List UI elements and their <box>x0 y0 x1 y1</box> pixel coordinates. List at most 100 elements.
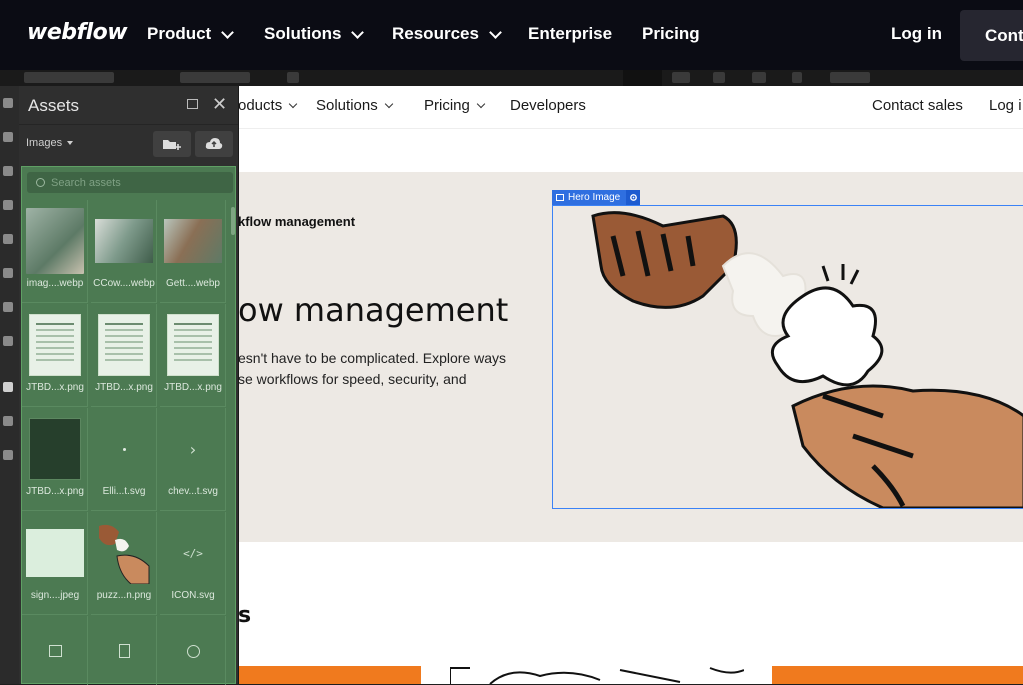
users-icon[interactable] <box>3 302 13 312</box>
asset-name: JTBD...x.png <box>26 486 84 497</box>
nav-enterprise-label: Enterprise <box>528 24 613 43</box>
webflow-logo[interactable]: webflow <box>27 20 128 45</box>
asset-thumbnail <box>95 416 153 482</box>
logic-icon[interactable] <box>3 336 13 346</box>
site-nav-pricing[interactable]: Pricing <box>424 97 486 114</box>
image-icon <box>48 645 62 657</box>
asset-type-filter[interactable]: Images <box>26 137 74 149</box>
photo-thumbnail <box>95 219 153 263</box>
asset-item[interactable] <box>91 616 157 685</box>
asset-thumbnail <box>26 520 84 586</box>
toolbar-item[interactable] <box>792 72 802 83</box>
asset-item[interactable]: CCow....webp <box>91 200 157 303</box>
settings-icon[interactable] <box>3 416 13 426</box>
site-nav-products[interactable]: oducts <box>238 97 298 114</box>
feature-card-orange[interactable] <box>238 666 421 684</box>
nav-pricing[interactable]: Pricing <box>642 24 700 44</box>
toolbar-item[interactable] <box>713 72 725 83</box>
assets-panel: Assets ✕ Images Search assets imag....we… <box>19 86 239 685</box>
photo-thumbnail <box>26 208 84 274</box>
image-thumbnail <box>26 529 84 577</box>
hero-image[interactable] <box>552 205 1023 509</box>
features-section[interactable] <box>238 542 1023 684</box>
asset-item[interactable]: JTBD...x.png <box>91 304 157 407</box>
asset-item[interactable]: imag....webp <box>22 200 88 303</box>
hero-description[interactable]: esn't have to be complicated. Explore wa… <box>238 348 538 390</box>
hero-eyebrow[interactable]: kflow management <box>238 214 355 229</box>
toolbar-item[interactable] <box>830 72 870 83</box>
toolbar-item[interactable] <box>672 72 690 83</box>
chevron-down-icon <box>288 99 298 108</box>
components-icon[interactable] <box>3 200 13 210</box>
scrollbar[interactable] <box>231 207 235 235</box>
site-nav-products-label: oducts <box>238 97 283 114</box>
asset-item[interactable]: JTBD...x.png <box>160 304 226 407</box>
selected-element-label: Hero Image <box>568 192 621 203</box>
document-thumbnail <box>98 314 150 376</box>
apps-icon[interactable] <box>3 450 13 460</box>
contact-button[interactable]: Cont <box>960 10 1023 61</box>
asset-thumbnail <box>26 312 84 378</box>
asset-item[interactable]: › chev...t.svg <box>160 408 226 511</box>
asset-item[interactable]: JTBD...x.png <box>22 408 88 511</box>
asset-item[interactable]: Elli...t.svg <box>91 408 157 511</box>
puzzle-thumbnail <box>99 524 150 584</box>
asset-item[interactable]: </> ICON.svg <box>160 512 226 615</box>
info-icon <box>186 644 200 658</box>
ecommerce-icon[interactable] <box>3 268 13 278</box>
toolbar-active-breakpoint[interactable] <box>623 70 662 86</box>
search-icon <box>36 178 45 187</box>
asset-thumbnail <box>95 636 153 666</box>
site-nav-contact-sales[interactable]: Contact sales <box>872 97 963 114</box>
site-navbar: oducts Solutions Pricing Developers Cont… <box>238 86 1023 129</box>
pages-icon[interactable] <box>3 132 13 142</box>
toolbar-item[interactable] <box>180 72 250 83</box>
cloud-upload-icon <box>205 138 223 149</box>
close-icon[interactable]: ✕ <box>212 94 227 115</box>
cms-icon[interactable] <box>3 234 13 244</box>
site-nav-login[interactable]: Log i <box>989 97 1022 114</box>
toolbar-item[interactable] <box>24 72 114 83</box>
asset-item[interactable] <box>160 616 226 685</box>
asset-thumbnail <box>26 208 84 274</box>
chevron-down-icon <box>221 25 235 39</box>
selected-element-tag[interactable]: Hero Image <box>552 190 641 205</box>
login-link[interactable]: Log in <box>891 24 942 44</box>
search-input[interactable]: Search assets <box>27 172 233 193</box>
asset-thumbnail <box>26 636 84 666</box>
assets-icon[interactable] <box>3 382 13 392</box>
site-nav-developers[interactable]: Developers <box>510 97 586 114</box>
asset-thumbnail <box>95 208 153 274</box>
hero-headline[interactable]: ow management <box>238 291 508 329</box>
asset-thumbnail <box>164 312 222 378</box>
asset-thumbnail <box>95 520 153 586</box>
toolbar-item[interactable] <box>752 72 766 83</box>
nav-product[interactable]: Product <box>147 24 235 44</box>
asset-item[interactable]: JTBD...x.png <box>22 304 88 407</box>
asset-item[interactable]: Gett....webp <box>160 200 226 303</box>
nav-enterprise[interactable]: Enterprise <box>528 24 612 44</box>
add-panel-icon[interactable] <box>3 98 13 108</box>
toolbar-item[interactable] <box>287 72 299 83</box>
asset-item[interactable]: sign....jpeg <box>22 512 88 615</box>
section-heading[interactable]: s <box>238 603 251 628</box>
asset-item[interactable]: puzz...n.png <box>91 512 157 615</box>
site-nav-developers-label: Developers <box>510 97 586 114</box>
designer-toolbar <box>0 70 1023 86</box>
nav-product-label: Product <box>147 24 212 43</box>
asset-thumbnail <box>164 208 222 274</box>
new-folder-button[interactable] <box>153 131 191 157</box>
designer-canvas[interactable]: oducts Solutions Pricing Developers Cont… <box>238 86 1023 684</box>
chevron-down-icon <box>384 99 393 108</box>
navigator-icon[interactable] <box>3 166 13 176</box>
dock-panel-icon[interactable] <box>187 99 198 109</box>
asset-item[interactable] <box>22 616 88 685</box>
nav-resources[interactable]: Resources <box>392 24 502 44</box>
feature-card-orange[interactable] <box>772 666 1023 684</box>
asset-thumbnail <box>164 636 222 666</box>
nav-resources-label: Resources <box>392 24 479 43</box>
nav-solutions[interactable]: Solutions <box>264 24 365 44</box>
site-nav-solutions[interactable]: Solutions <box>316 97 393 114</box>
gear-icon[interactable] <box>626 190 641 205</box>
upload-button[interactable] <box>195 131 233 157</box>
